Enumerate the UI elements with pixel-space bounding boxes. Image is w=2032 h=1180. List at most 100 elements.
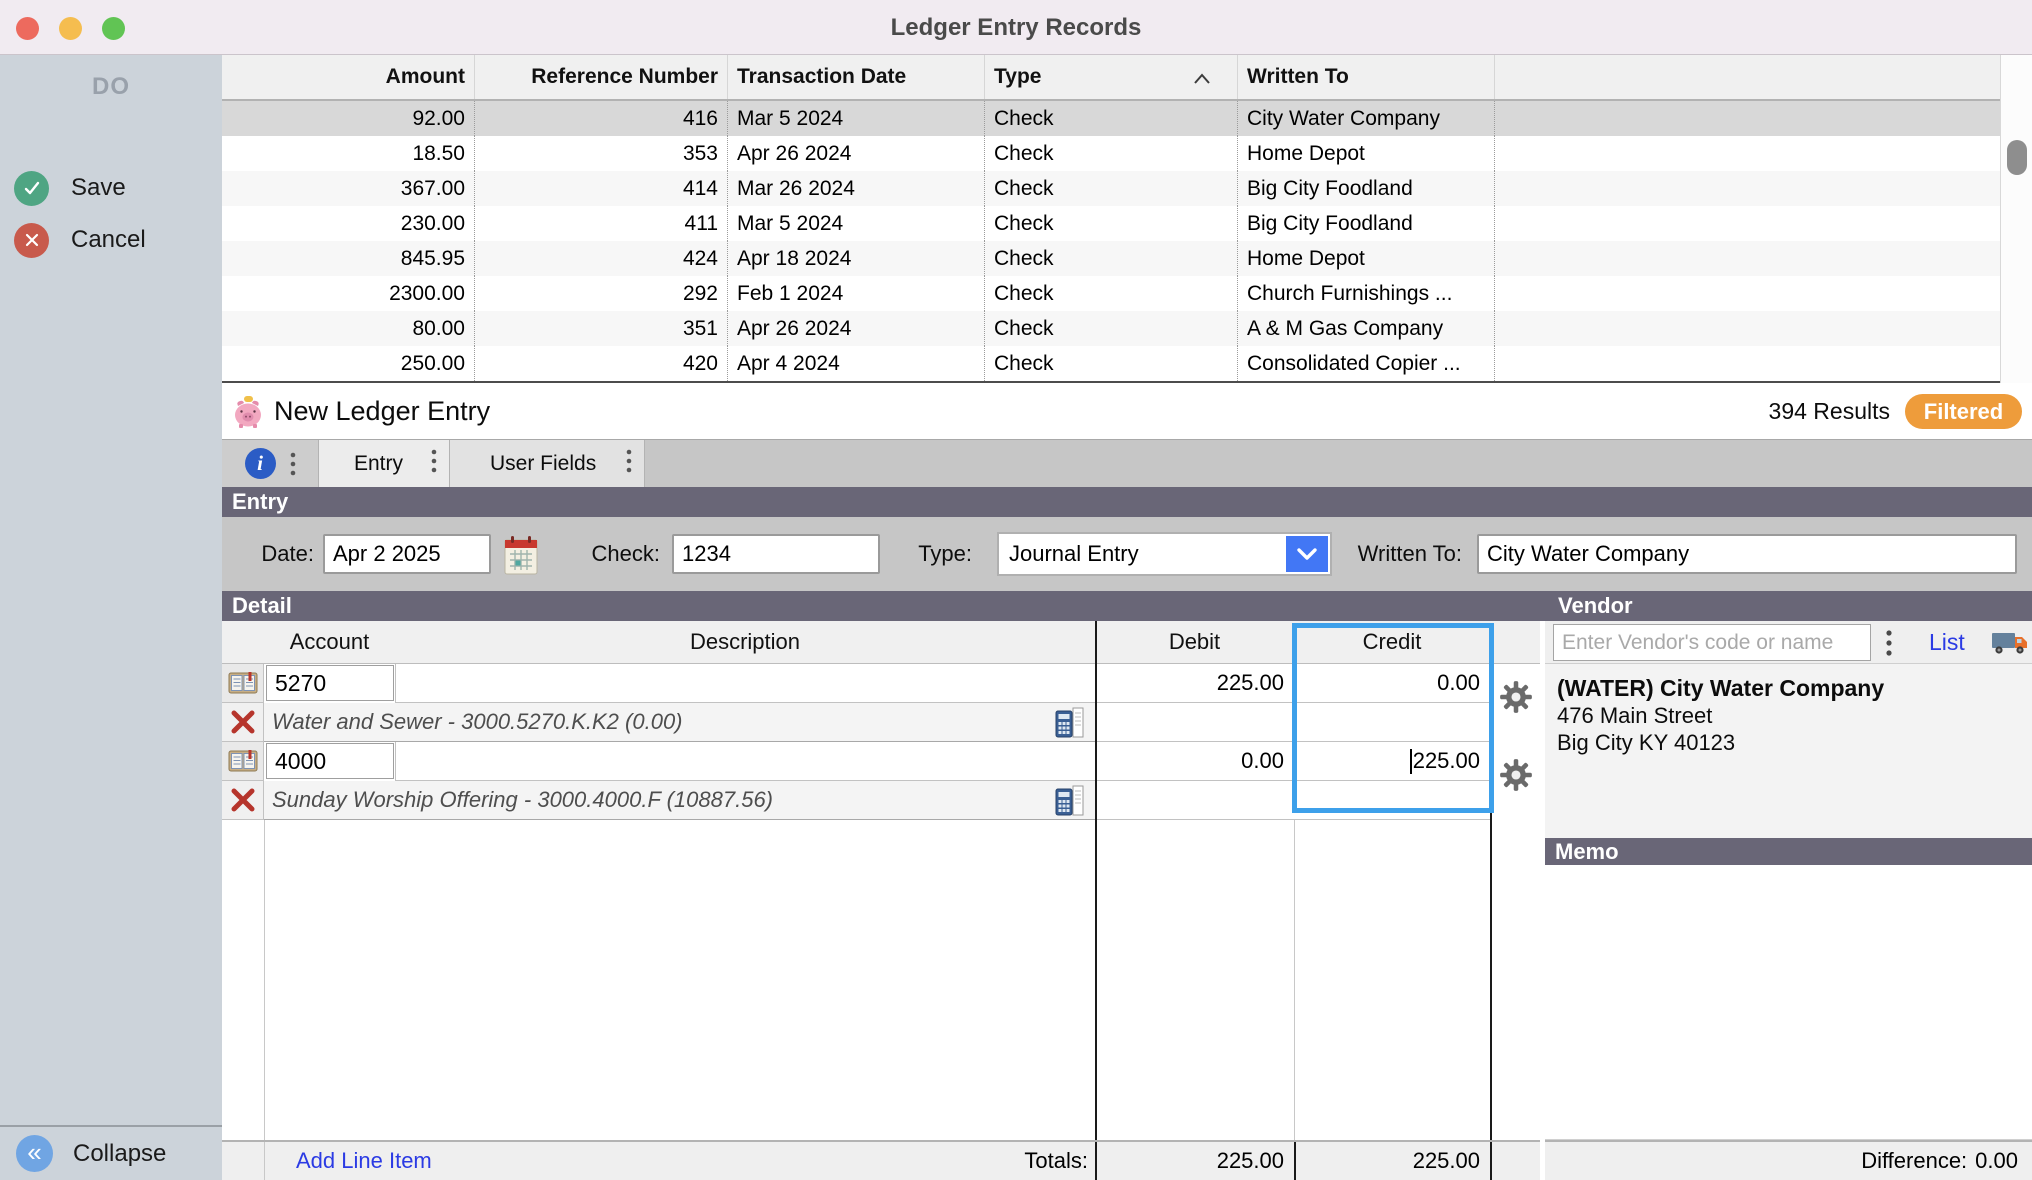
- detail-totals-row: Add Line Item Totals: 225.00 225.00: [222, 1140, 1540, 1180]
- account-info-text: Sunday Worship Offering - 3000.4000.F (1…: [264, 781, 1095, 820]
- credit-field-active[interactable]: 225.00: [1294, 742, 1490, 781]
- window-title: Ledger Entry Records: [0, 0, 2032, 55]
- ledger-table-header: Amount Reference Number Transaction Date…: [222, 55, 2000, 101]
- delivery-truck-icon[interactable]: [1991, 629, 2029, 662]
- collapse-button-label: Collapse: [73, 1140, 166, 1168]
- detail-column-description: Description: [395, 629, 1095, 655]
- vendor-info: (WATER) City Water Company 476 Main Stre…: [1545, 664, 2032, 838]
- column-header-amount[interactable]: Amount: [222, 55, 475, 99]
- memo-section-header: Memo: [1545, 838, 2032, 865]
- difference-label: Difference:: [1861, 1148, 1967, 1174]
- type-select-value: Journal Entry: [999, 541, 1139, 567]
- table-scrollbar: [2000, 55, 2032, 383]
- check-label: Check:: [552, 517, 660, 591]
- date-field[interactable]: [323, 534, 491, 574]
- collapse-button[interactable]: « Collapse: [0, 1125, 222, 1180]
- debit-field[interactable]: 0.00: [1095, 742, 1294, 781]
- description-field[interactable]: [395, 742, 1095, 781]
- ledger-records-table: Amount Reference Number Transaction Date…: [222, 55, 2000, 383]
- results-count: 394 Results: [1769, 383, 1890, 440]
- difference-footer: Difference: 0.00: [1545, 1140, 2032, 1180]
- line-item-account-row: 0.00 225.00: [222, 742, 1540, 781]
- tab-menu-icon[interactable]: [626, 448, 632, 479]
- vendor-search-input[interactable]: [1553, 624, 1871, 661]
- line-settings-gear-icon[interactable]: [1499, 758, 1533, 797]
- credit-total: 225.00: [1294, 1142, 1490, 1180]
- memo-field[interactable]: [1545, 865, 2032, 1140]
- vendor-name: (WATER) City Water Company: [1557, 674, 2032, 702]
- written-to-label: Written To:: [1350, 517, 1462, 591]
- calculator-icon[interactable]: [1055, 707, 1085, 745]
- line-settings-gear-icon[interactable]: [1499, 680, 1533, 719]
- detail-column-debit: Debit: [1095, 629, 1294, 655]
- detail-column-credit: Credit: [1294, 629, 1490, 655]
- tab-menu-icon[interactable]: [431, 448, 437, 479]
- main-area: Amount Reference Number Transaction Date…: [222, 55, 2032, 1180]
- type-select[interactable]: Journal Entry: [997, 532, 1332, 576]
- titlebar: Ledger Entry Records: [0, 0, 2032, 55]
- vendor-menu-icon[interactable]: [1885, 628, 1893, 663]
- record-status-bar: New Ledger Entry 394 Results Filtered: [222, 383, 2032, 440]
- calculator-icon[interactable]: [1055, 785, 1085, 823]
- cancel-x-icon: [14, 223, 49, 258]
- table-row[interactable]: 2300.00 292 Feb 1 2024 Check Church Furn…: [222, 276, 2000, 311]
- scrollbar-thumb[interactable]: [2007, 140, 2027, 175]
- sidebar-section-label: DO: [0, 73, 222, 101]
- column-header-written-to[interactable]: Written To: [1238, 55, 1495, 99]
- detail-table-header: Account Description Debit Credit: [222, 621, 1540, 664]
- add-line-item-button[interactable]: Add Line Item: [296, 1142, 432, 1180]
- date-label: Date:: [242, 517, 314, 591]
- sort-ascending-icon: [1191, 69, 1213, 93]
- table-row[interactable]: 18.50 353 Apr 26 2024 Check Home Depot: [222, 136, 2000, 171]
- delete-line-icon[interactable]: [222, 781, 264, 820]
- vendor-list-link[interactable]: List: [1929, 621, 1965, 664]
- table-row[interactable]: 845.95 424 Apr 18 2024 Check Home Depot: [222, 241, 2000, 276]
- debit-total: 225.00: [1095, 1142, 1294, 1180]
- app-window: Ledger Entry Records DO Save Cancel « Co…: [0, 0, 2032, 1180]
- credit-field[interactable]: 0.00: [1294, 664, 1490, 703]
- table-row[interactable]: 230.00 411 Mar 5 2024 Check Big City Foo…: [222, 206, 2000, 241]
- column-header-empty: [1495, 55, 2000, 99]
- column-header-transaction-date[interactable]: Transaction Date: [728, 55, 985, 99]
- detail-column-account: Account: [264, 629, 395, 655]
- ledger-book-icon[interactable]: [222, 664, 264, 703]
- info-icon: i: [245, 448, 276, 479]
- difference-value: 0.00: [1975, 1148, 2018, 1174]
- detail-empty-area: [222, 820, 1540, 1140]
- chevron-down-icon[interactable]: [1286, 536, 1328, 572]
- cancel-button[interactable]: Cancel: [14, 220, 146, 260]
- tab-menu-icon[interactable]: [290, 451, 296, 477]
- tab-user-fields[interactable]: User Fields: [450, 440, 645, 487]
- written-to-field[interactable]: [1477, 534, 2017, 574]
- table-row[interactable]: 92.00 416 Mar 5 2024 Check City Water Co…: [222, 101, 2000, 136]
- detail-line-items-table: Account Description Debit Credit: [222, 621, 1540, 1180]
- save-check-icon: [14, 171, 49, 206]
- vendor-panel: List (WATER) City Water Company 476 Mai: [1545, 621, 2032, 1180]
- line-item-account-row: 225.00 0.00: [222, 664, 1540, 703]
- save-button[interactable]: Save: [14, 168, 126, 208]
- tab-entry[interactable]: Entry: [319, 440, 450, 487]
- column-header-type[interactable]: Type: [985, 55, 1238, 99]
- tab-bar: i Entry User Fields: [222, 440, 2032, 487]
- debit-field[interactable]: 225.00: [1095, 664, 1294, 703]
- filtered-badge[interactable]: Filtered: [1905, 394, 2022, 429]
- table-row[interactable]: 80.00 351 Apr 26 2024 Check A & M Gas Co…: [222, 311, 2000, 346]
- table-row[interactable]: 367.00 414 Mar 26 2024 Check Big City Fo…: [222, 171, 2000, 206]
- column-header-reference-number[interactable]: Reference Number: [475, 55, 728, 99]
- vendor-search-row: List: [1545, 621, 2032, 664]
- delete-line-icon[interactable]: [222, 703, 264, 742]
- account-number-field[interactable]: [266, 665, 394, 701]
- detail-content: Account Description Debit Credit: [222, 621, 2032, 1180]
- description-field[interactable]: [395, 664, 1095, 703]
- check-number-field[interactable]: [672, 534, 880, 574]
- save-button-label: Save: [71, 174, 126, 202]
- entry-section-header: Entry: [222, 487, 2032, 517]
- calendar-icon[interactable]: [502, 532, 540, 581]
- tab-info[interactable]: i: [222, 440, 319, 487]
- totals-label: Totals:: [982, 1142, 1088, 1180]
- table-row[interactable]: 250.00 420 Apr 4 2024 Check Consolidated…: [222, 346, 2000, 381]
- account-number-field[interactable]: [266, 743, 394, 779]
- vendor-address-line2: Big City KY 40123: [1557, 729, 2032, 756]
- ledger-book-icon[interactable]: [222, 742, 264, 781]
- record-title: New Ledger Entry: [274, 383, 490, 440]
